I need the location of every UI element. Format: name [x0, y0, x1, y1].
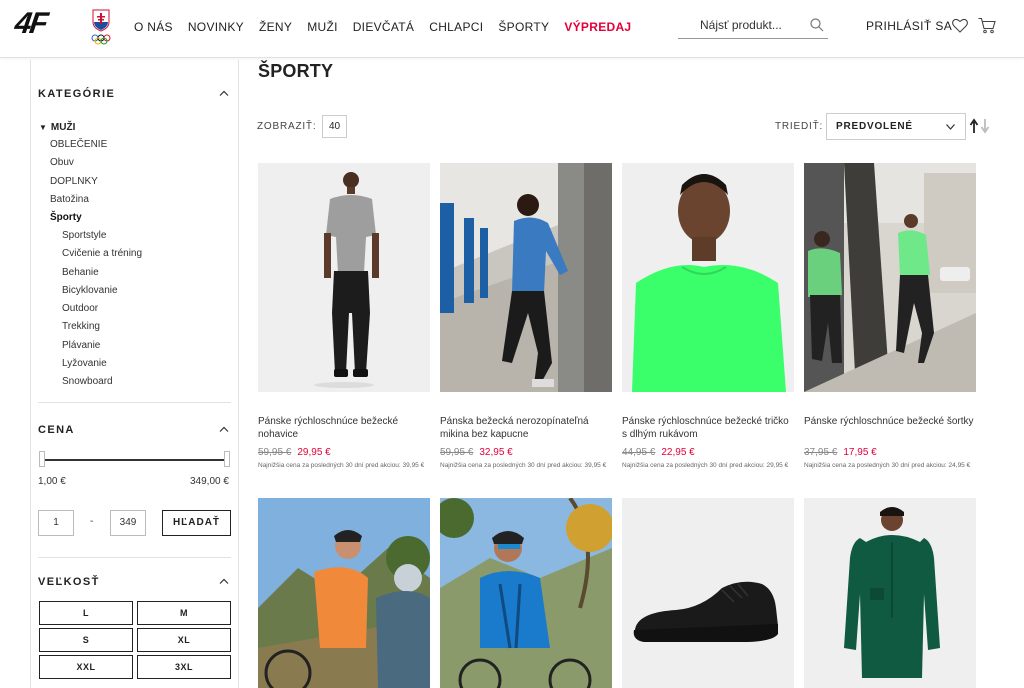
product-name[interactable]: Pánske rýchloschnúce bežecké nohavice [258, 415, 430, 441]
product-sale-price: 17,95 € [843, 447, 877, 458]
site-header: 4F O NÁS NOVINKY ŽENY MUŽI DIEVČATÁ CHLA… [0, 0, 1024, 58]
price-max-label: 349,00 € [190, 476, 229, 487]
logo-text: 4F [12, 7, 49, 40]
sort-direction-icon[interactable] [969, 118, 991, 134]
product-image[interactable] [258, 163, 430, 392]
search-icon[interactable] [810, 18, 824, 32]
product-price: 37,95 € 17,95 € [804, 447, 877, 458]
subcategory-item[interactable]: Snowboard [62, 373, 142, 391]
product-sale-price: 22,95 € [661, 447, 695, 458]
product-price-note: Najnižšia cena za posledných 30 dní pred… [440, 462, 607, 469]
product-image[interactable] [258, 498, 430, 688]
subcategory-list: Sportstyle Cvičenie a tréning Behanie Bi… [62, 227, 142, 392]
product-price-note: Najnižšia cena za posledných 30 dní pred… [622, 462, 789, 469]
size-option-xl[interactable]: XL [137, 628, 231, 652]
nav-item-about[interactable]: O NÁS [134, 20, 173, 34]
category-item-shoes[interactable]: Obuv [50, 154, 107, 172]
size-option-l[interactable]: L [39, 601, 133, 625]
price-min-label: 1,00 € [38, 476, 66, 487]
size-title: VEĽKOSŤ [38, 576, 100, 588]
category-list: OBLEČENIE Obuv DOPLNKY Batožina Športy [50, 136, 107, 227]
subcategory-item[interactable]: Bicyklovanie [62, 282, 142, 300]
product-sale-price: 32,95 € [479, 447, 513, 458]
sort-select[interactable]: PREDVOLENÉ [826, 113, 966, 140]
size-option-xxl[interactable]: XXL [39, 655, 133, 679]
price-min-input[interactable]: 1 [38, 510, 74, 536]
subcategory-item[interactable]: Lyžovanie [62, 355, 142, 373]
product-price: 59,95 € 29,95 € [258, 447, 331, 458]
cart-icon[interactable] [978, 17, 996, 34]
price-slider-max-handle[interactable] [224, 451, 230, 467]
product-price-note: Najnižšia cena za posledných 30 dní pred… [804, 462, 971, 469]
nav-item-sports[interactable]: ŠPORTY [498, 20, 549, 34]
olympic-emblem-icon [91, 9, 111, 45]
size-grid: L M S XL XXL 3XL [39, 601, 231, 679]
sort-select-value: PREDVOLENÉ [836, 121, 913, 132]
categories-title: KATEGÓRIE [38, 88, 116, 100]
product-price: 44,95 € 22,95 € [622, 447, 695, 458]
category-item-clothing[interactable]: OBLEČENIE [50, 136, 107, 154]
price-slider-track[interactable] [41, 459, 228, 461]
show-count-select[interactable]: 40 [322, 115, 347, 138]
category-item-sports[interactable]: Športy [50, 209, 107, 227]
product-image[interactable] [804, 163, 976, 392]
divider [38, 557, 231, 558]
search-input[interactable] [700, 18, 820, 32]
product-old-price: 59,95 € [440, 447, 474, 458]
category-root[interactable]: ▼ MUŽI [39, 122, 75, 133]
nav-item-sale[interactable]: VÝPREDAJ [564, 20, 631, 34]
product-name[interactable]: Pánske rýchloschnúce bežecké tričko s dl… [622, 415, 794, 441]
filter-sidebar: KATEGÓRIE ▼ MUŽI OBLEČENIE Obuv DOPLNKY B… [30, 60, 239, 688]
product-image[interactable] [440, 163, 612, 392]
product-old-price: 44,95 € [622, 447, 656, 458]
nav-item-girls[interactable]: DIEVČATÁ [353, 20, 415, 34]
login-link[interactable]: PRIHLÁSIŤ SA [866, 19, 952, 33]
chevron-down-icon [946, 124, 955, 130]
divider [38, 402, 231, 403]
subcategory-item[interactable]: Outdoor [62, 300, 142, 318]
nav-item-women[interactable]: ŽENY [259, 20, 292, 34]
size-option-s[interactable]: S [39, 628, 133, 652]
product-name[interactable]: Pánska bežecká nerozopínateľná mikina be… [440, 415, 612, 441]
product-sale-price: 29,95 € [297, 447, 331, 458]
product-image[interactable] [804, 498, 976, 688]
product-old-price: 59,95 € [258, 447, 292, 458]
price-slider-min-handle[interactable] [39, 451, 45, 467]
subcategory-item[interactable]: Cvičenie a tréning [62, 245, 142, 263]
product-image[interactable] [622, 163, 794, 392]
product-old-price: 37,95 € [804, 447, 838, 458]
size-option-3xl[interactable]: 3XL [137, 655, 231, 679]
price-max-input[interactable]: 349 [110, 510, 146, 536]
subcategory-item[interactable]: Trekking [62, 318, 142, 336]
chevron-up-icon[interactable] [219, 426, 229, 432]
caret-down-icon: ▼ [39, 123, 47, 132]
sort-label: TRIEDIŤ: [775, 121, 824, 132]
subcategory-item[interactable]: Sportstyle [62, 227, 142, 245]
show-count-label: ZOBRAZIŤ: [257, 121, 317, 132]
nav-item-new[interactable]: NOVINKY [188, 20, 244, 34]
category-item-accessories[interactable]: DOPLNKY [50, 173, 107, 191]
main-nav: O NÁS NOVINKY ŽENY MUŽI DIEVČATÁ CHLAPCI… [134, 20, 646, 34]
product-image[interactable] [440, 498, 612, 688]
subcategory-item[interactable]: Behanie [62, 264, 142, 282]
category-root-label: MUŽI [50, 122, 76, 133]
price-separator: - [90, 516, 94, 527]
subcategory-item[interactable]: Plávanie [62, 337, 142, 355]
size-option-m[interactable]: M [137, 601, 231, 625]
category-item-luggage[interactable]: Batožina [50, 191, 107, 209]
nav-item-boys[interactable]: CHLAPCI [429, 20, 483, 34]
product-price-note: Najnižšia cena za posledných 30 dní pred… [258, 462, 425, 469]
price-title: CENA [38, 424, 75, 436]
heart-icon[interactable] [952, 18, 968, 33]
brand-logo[interactable]: 4F [12, 7, 49, 40]
product-image[interactable] [622, 498, 794, 688]
page-title: ŠPORTY [258, 61, 334, 81]
nav-item-men[interactable]: MUŽI [307, 20, 338, 34]
chevron-up-icon[interactable] [219, 90, 229, 96]
product-price: 59,95 € 32,95 € [440, 447, 513, 458]
chevron-up-icon[interactable] [219, 578, 229, 584]
product-name[interactable]: Pánske rýchloschnúce bežecké šortky [804, 415, 976, 428]
price-search-button[interactable]: HĽADAŤ [162, 510, 231, 536]
search-box [678, 14, 828, 39]
